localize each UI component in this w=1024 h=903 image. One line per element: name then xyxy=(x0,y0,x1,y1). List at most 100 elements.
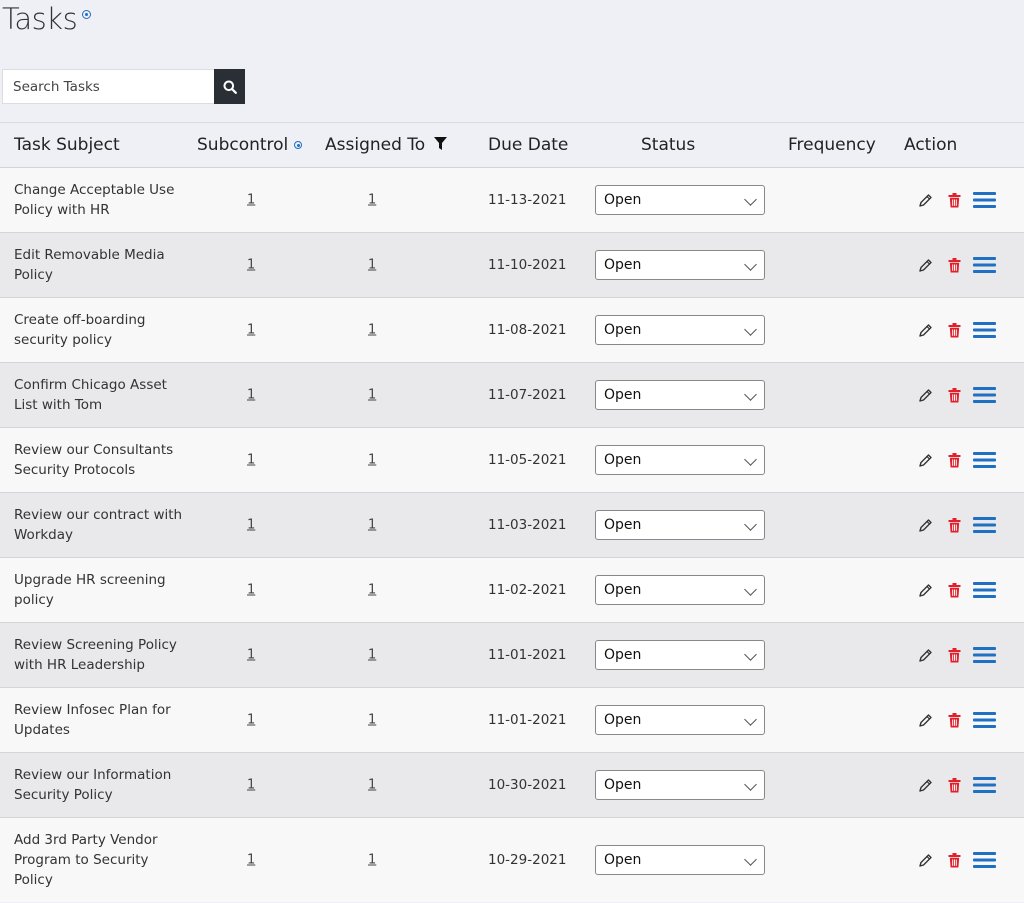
edit-icon[interactable] xyxy=(918,648,933,663)
assigned-to-link[interactable]: 1 xyxy=(368,583,376,598)
delete-icon[interactable] xyxy=(948,452,961,468)
row-actions xyxy=(918,646,996,664)
menu-icon[interactable] xyxy=(973,321,996,339)
chevron-down-icon xyxy=(744,193,757,206)
assigned-to-link[interactable]: 1 xyxy=(368,388,376,403)
edit-icon[interactable] xyxy=(918,583,933,598)
column-header-assigned-to[interactable]: Assigned To xyxy=(325,123,447,167)
row-actions xyxy=(918,711,996,729)
task-subject: Change Acceptable Use Policy with HR xyxy=(14,182,175,218)
info-icon[interactable] xyxy=(294,141,303,149)
chevron-down-icon xyxy=(744,853,757,866)
delete-icon[interactable] xyxy=(948,192,961,208)
status-select[interactable]: Open xyxy=(595,845,765,875)
menu-icon[interactable] xyxy=(973,516,996,534)
column-header-subcontrol[interactable]: Subcontrol xyxy=(197,123,303,167)
status-value: Open xyxy=(604,712,642,728)
status-select[interactable]: Open xyxy=(595,770,765,800)
due-date: 11-05-2021 xyxy=(488,452,567,468)
assigned-to-link[interactable]: 1 xyxy=(368,648,376,663)
subcontrol-link[interactable]: 1 xyxy=(247,713,255,728)
info-icon[interactable] xyxy=(82,10,91,19)
edit-icon[interactable] xyxy=(918,258,933,273)
edit-icon[interactable] xyxy=(918,853,933,868)
chevron-down-icon xyxy=(744,518,757,531)
status-select[interactable]: Open xyxy=(595,315,765,345)
table-row: Review Infosec Plan for Updates 1 1 11-0… xyxy=(0,687,1024,752)
delete-icon[interactable] xyxy=(948,322,961,338)
edit-icon[interactable] xyxy=(918,778,933,793)
assigned-to-link[interactable]: 1 xyxy=(368,193,376,208)
chevron-down-icon xyxy=(744,258,757,271)
search-icon xyxy=(223,80,237,94)
subcontrol-link[interactable]: 1 xyxy=(247,853,255,868)
status-select[interactable]: Open xyxy=(595,510,765,540)
subcontrol-link[interactable]: 1 xyxy=(247,453,255,468)
menu-icon[interactable] xyxy=(973,256,996,274)
column-header-task-subject[interactable]: Task Subject xyxy=(14,123,120,167)
subcontrol-link[interactable]: 1 xyxy=(247,583,255,598)
assigned-to-link[interactable]: 1 xyxy=(368,258,376,273)
subcontrol-link[interactable]: 1 xyxy=(247,388,255,403)
subcontrol-link[interactable]: 1 xyxy=(247,518,255,533)
status-select[interactable]: Open xyxy=(595,575,765,605)
edit-icon[interactable] xyxy=(918,453,933,468)
task-subject: Review our contract with Workday xyxy=(14,507,183,543)
column-header-action: Action xyxy=(904,135,958,155)
delete-icon[interactable] xyxy=(948,647,961,663)
menu-icon[interactable] xyxy=(973,776,996,794)
due-date: 11-03-2021 xyxy=(488,517,567,533)
delete-icon[interactable] xyxy=(948,517,961,533)
task-subject: Review Screening Policy with HR Leadersh… xyxy=(14,637,177,673)
assigned-to-link[interactable]: 1 xyxy=(368,853,376,868)
menu-icon[interactable] xyxy=(973,386,996,404)
menu-icon[interactable] xyxy=(973,581,996,599)
menu-icon[interactable] xyxy=(973,191,996,209)
assigned-to-link[interactable]: 1 xyxy=(368,453,376,468)
delete-icon[interactable] xyxy=(948,257,961,273)
edit-icon[interactable] xyxy=(918,518,933,533)
table-row: Change Acceptable Use Policy with HR 1 1… xyxy=(0,167,1024,232)
delete-icon[interactable] xyxy=(948,582,961,598)
delete-icon[interactable] xyxy=(948,712,961,728)
menu-icon[interactable] xyxy=(973,646,996,664)
delete-icon[interactable] xyxy=(948,852,961,868)
status-select[interactable]: Open xyxy=(595,185,765,215)
status-select[interactable]: Open xyxy=(595,705,765,735)
subcontrol-link[interactable]: 1 xyxy=(247,193,255,208)
menu-icon[interactable] xyxy=(973,711,996,729)
subcontrol-link[interactable]: 1 xyxy=(247,778,255,793)
menu-icon[interactable] xyxy=(973,851,996,869)
delete-icon[interactable] xyxy=(948,777,961,793)
delete-icon[interactable] xyxy=(948,387,961,403)
status-select[interactable]: Open xyxy=(595,445,765,475)
edit-icon[interactable] xyxy=(918,323,933,338)
due-date: 11-02-2021 xyxy=(488,582,567,598)
menu-icon[interactable] xyxy=(973,451,996,469)
edit-icon[interactable] xyxy=(918,388,933,403)
assigned-to-link[interactable]: 1 xyxy=(368,323,376,338)
status-value: Open xyxy=(604,852,642,868)
task-subject: Review our Information Security Policy xyxy=(14,767,172,803)
status-select[interactable]: Open xyxy=(595,380,765,410)
filter-icon[interactable] xyxy=(433,137,447,151)
status-select[interactable]: Open xyxy=(595,250,765,280)
status-select[interactable]: Open xyxy=(595,640,765,670)
due-date: 11-07-2021 xyxy=(488,387,567,403)
chevron-down-icon xyxy=(744,388,757,401)
search-button[interactable] xyxy=(214,69,245,104)
page-title: Tasks xyxy=(2,2,78,36)
column-header-frequency[interactable]: Frequency xyxy=(788,123,876,167)
column-header-due-date[interactable]: Due Date xyxy=(488,123,568,167)
assigned-to-link[interactable]: 1 xyxy=(368,518,376,533)
edit-icon[interactable] xyxy=(918,193,933,208)
search-input[interactable] xyxy=(2,69,215,104)
subcontrol-link[interactable]: 1 xyxy=(247,323,255,338)
subcontrol-link[interactable]: 1 xyxy=(247,258,255,273)
table-row: Edit Removable Media Policy 1 1 11-10-20… xyxy=(0,232,1024,297)
subcontrol-link[interactable]: 1 xyxy=(247,648,255,663)
assigned-to-link[interactable]: 1 xyxy=(368,778,376,793)
column-header-status[interactable]: Status xyxy=(641,123,695,167)
assigned-to-link[interactable]: 1 xyxy=(368,713,376,728)
edit-icon[interactable] xyxy=(918,713,933,728)
